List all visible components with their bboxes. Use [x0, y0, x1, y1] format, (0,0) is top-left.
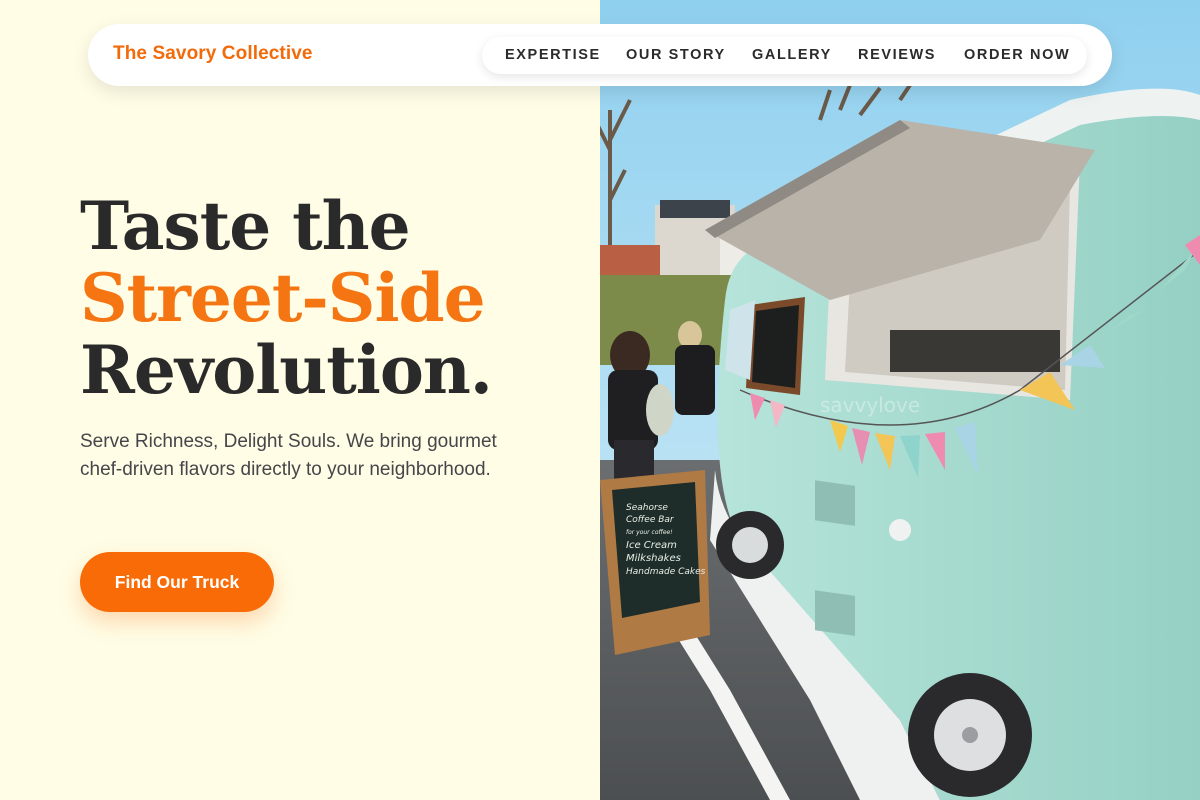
hero-headline-line-3: Revolution.	[80, 331, 493, 409]
nav-link-order-now[interactable]: ORDER NOW	[964, 47, 1070, 63]
chalk-line-4: Ice Cream	[626, 540, 677, 551]
brand-logo-text[interactable]: The Savory Collective	[113, 43, 313, 65]
top-navbar: The Savory Collective EXPERTISE OUR STOR…	[88, 24, 1112, 86]
find-our-truck-button[interactable]: Find Our Truck	[80, 552, 274, 612]
nav-link-reviews[interactable]: REVIEWS	[858, 47, 936, 63]
chalkboard-sign-graphic: Seahorse Coffee Bar for your coffee! Ice…	[600, 470, 710, 655]
hero-headline-line-2-accent: Street-Side	[80, 259, 486, 337]
food-truck-illustration: Seahorse Coffee Bar for your coffee! Ice…	[600, 0, 1200, 800]
nav-link-our-story[interactable]: OUR STORY	[626, 47, 726, 63]
photo-watermark: savvylove	[820, 393, 920, 417]
chalk-line-2: Coffee Bar	[626, 515, 675, 525]
nav-link-expertise[interactable]: EXPERTISE	[505, 47, 601, 63]
hero-headline-line-1: Taste the	[80, 187, 411, 265]
nav-link-gallery[interactable]: GALLERY	[752, 47, 832, 63]
chalk-line-6: Handmade Cakes	[626, 567, 706, 577]
hero-photo-food-truck: Seahorse Coffee Bar for your coffee! Ice…	[600, 0, 1200, 800]
chalk-line-1: Seahorse	[626, 503, 668, 513]
chalk-line-3: for your coffee!	[626, 529, 673, 536]
chalk-line-5: Milkshakes	[626, 553, 681, 564]
nav-menu: EXPERTISE OUR STORY GALLERY REVIEWS ORDE…	[482, 37, 1087, 74]
hero-headline: Taste the Street-Side Revolution.	[80, 190, 580, 406]
hero-subtitle: Serve Richness, Delight Souls. We bring …	[80, 431, 497, 480]
